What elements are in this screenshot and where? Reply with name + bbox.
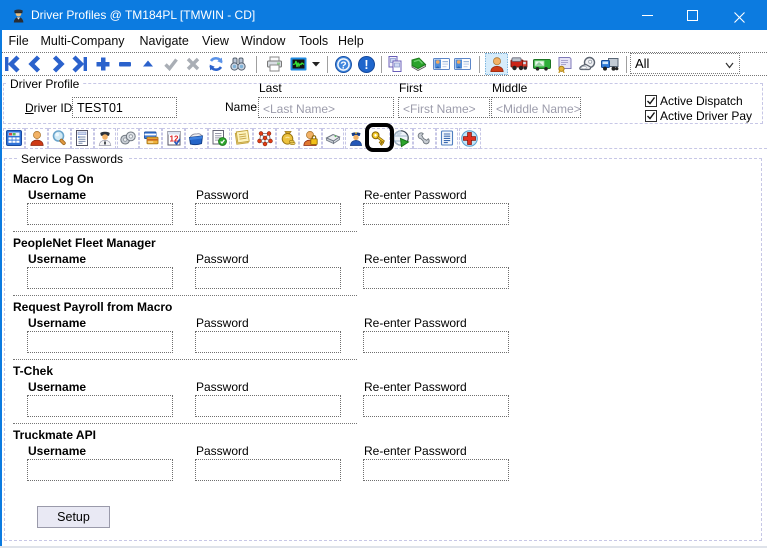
svg-text:?: ? xyxy=(340,59,346,71)
svg-text:!: ! xyxy=(364,57,368,71)
